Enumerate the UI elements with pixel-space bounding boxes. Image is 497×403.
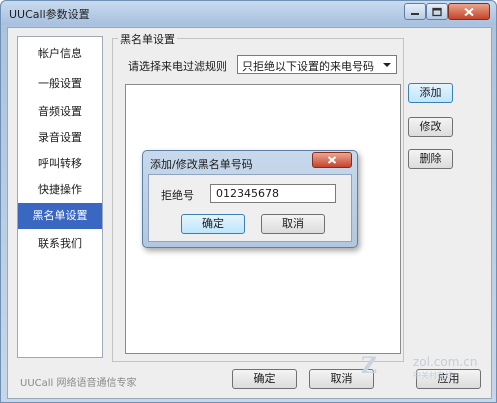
maximize-icon — [432, 7, 442, 16]
dialog-body: 拒绝号 012345678 确定 取消 — [148, 174, 352, 242]
dialog-title: 添加/修改黑名单号码 — [150, 158, 253, 171]
reject-number-label: 拒绝号 — [161, 189, 194, 202]
zol-watermark: Z zol.com.cn 中关村在线 — [361, 351, 491, 381]
maximize-button[interactable] — [426, 3, 448, 20]
watermark-logo: Z — [361, 353, 378, 379]
close-button[interactable] — [448, 3, 490, 20]
sidebar-item-shortcuts[interactable]: 快捷操作 — [18, 177, 102, 203]
sidebar-item-call-forwarding[interactable]: 呼叫转移 — [18, 151, 102, 177]
watermark-domain: zol.com.cn — [413, 355, 478, 369]
filter-rule-value: 只拒绝以下设置的来电号码 — [242, 60, 374, 73]
group-title: 黑名单设置 — [118, 31, 177, 47]
dialog-close-button[interactable] — [312, 152, 352, 168]
dialog-ok-button[interactable]: 确定 — [181, 214, 245, 234]
delete-button[interactable]: 删除 — [408, 149, 453, 169]
window-title: UUCall参数设置 — [9, 8, 90, 21]
dialog-cancel-button[interactable]: 取消 — [261, 214, 325, 234]
minimize-button[interactable] — [404, 3, 426, 20]
brand-slogan: UUCall 网络语音通信专家 — [20, 378, 137, 389]
watermark-subtitle: 中关村在线 — [413, 371, 453, 380]
add-button[interactable]: 添加 — [408, 83, 453, 103]
chevron-down-icon — [383, 63, 391, 67]
sidebar-item-blacklist[interactable]: 黑名单设置 — [18, 203, 102, 229]
blacklist-number-dialog: 添加/修改黑名单号码 拒绝号 012345678 确定 取消 — [142, 150, 358, 248]
ok-button[interactable]: 确定 — [232, 369, 297, 389]
sidebar-item-general[interactable]: 一般设置 — [18, 71, 102, 97]
sidebar-item-audio[interactable]: 音频设置 — [18, 99, 102, 125]
title-bar[interactable]: UUCall参数设置 — [1, 1, 496, 25]
settings-sidebar: 帐户信息 一般设置 音频设置 录音设置 呼叫转移 快捷操作 黑名单设置 联系我们 — [17, 36, 103, 358]
filter-rule-select[interactable]: 只拒绝以下设置的来电号码 — [237, 55, 397, 74]
reject-number-input[interactable]: 012345678 — [210, 184, 336, 203]
sidebar-item-account[interactable]: 帐户信息 — [18, 41, 102, 67]
sidebar-item-contact-us[interactable]: 联系我们 — [18, 231, 102, 257]
filter-rule-label: 请选择来电过滤规则 — [128, 60, 227, 73]
sidebar-item-recording[interactable]: 录音设置 — [18, 125, 102, 151]
reject-number-value: 012345678 — [216, 187, 279, 200]
edit-button[interactable]: 修改 — [408, 117, 453, 137]
close-icon — [327, 156, 337, 164]
minimize-icon — [411, 12, 419, 15]
settings-window: UUCall参数设置 帐户信息 一般设置 音频设置 录音设置 呼叫转移 快捷操作… — [0, 0, 497, 403]
close-icon — [464, 7, 474, 16]
